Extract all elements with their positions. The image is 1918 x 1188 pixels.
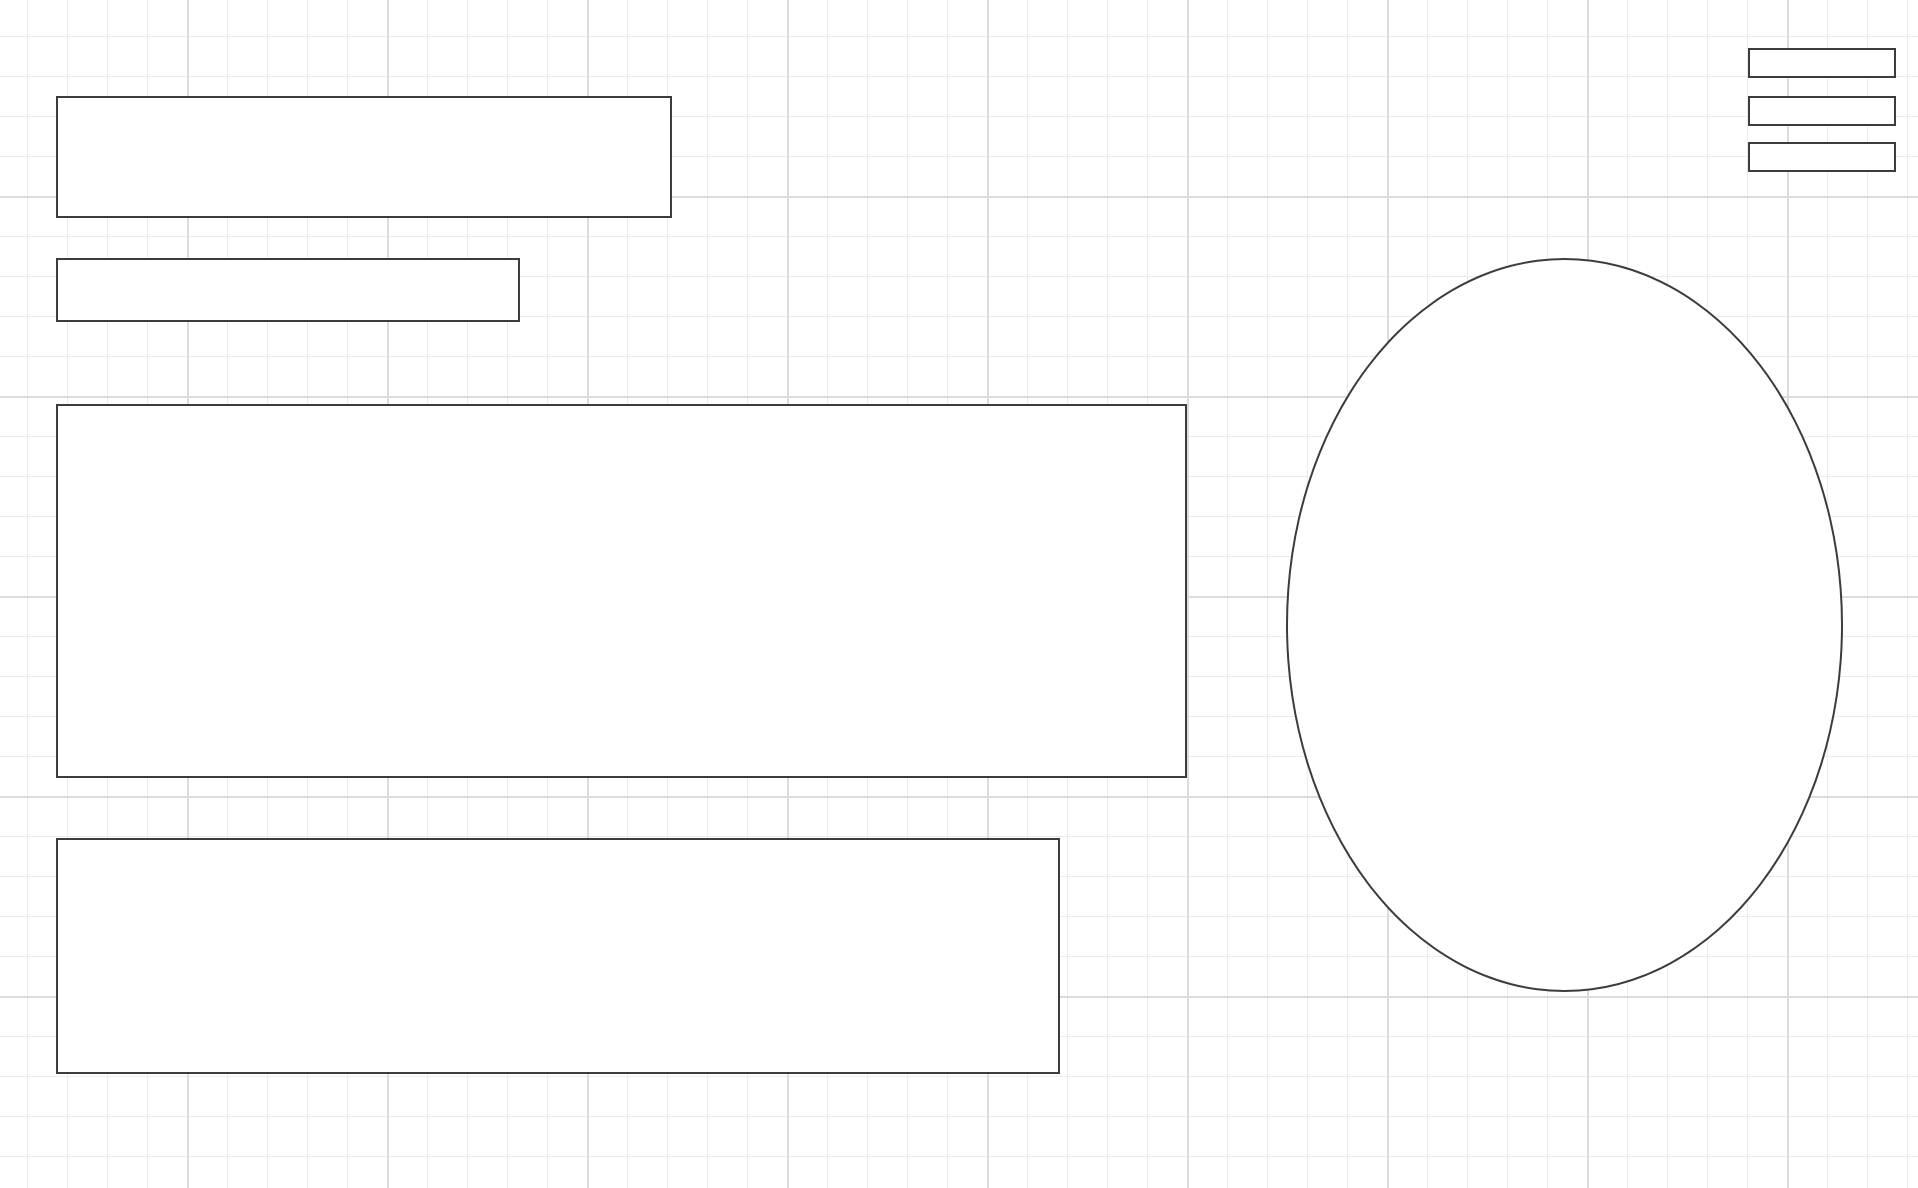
ellipse-shape-label	[1288, 260, 1841, 272]
menu-bar-1-label	[1750, 50, 1894, 62]
diagram-canvas	[0, 0, 1918, 1188]
menu-bar-1	[1748, 48, 1896, 78]
menu-bar-2-label	[1750, 98, 1894, 110]
menu-bar-3	[1748, 142, 1896, 172]
secondary-content-block-label	[58, 840, 1058, 852]
header-block	[56, 96, 672, 218]
ellipse-shape	[1286, 258, 1843, 992]
header-block-label	[58, 98, 670, 110]
secondary-content-block	[56, 838, 1060, 1074]
subheader-block-label	[58, 260, 518, 272]
subheader-block	[56, 258, 520, 322]
menu-bar-2	[1748, 96, 1896, 126]
main-content-block-label	[58, 406, 1185, 418]
main-content-block	[56, 404, 1187, 778]
menu-bar-3-label	[1750, 144, 1894, 156]
